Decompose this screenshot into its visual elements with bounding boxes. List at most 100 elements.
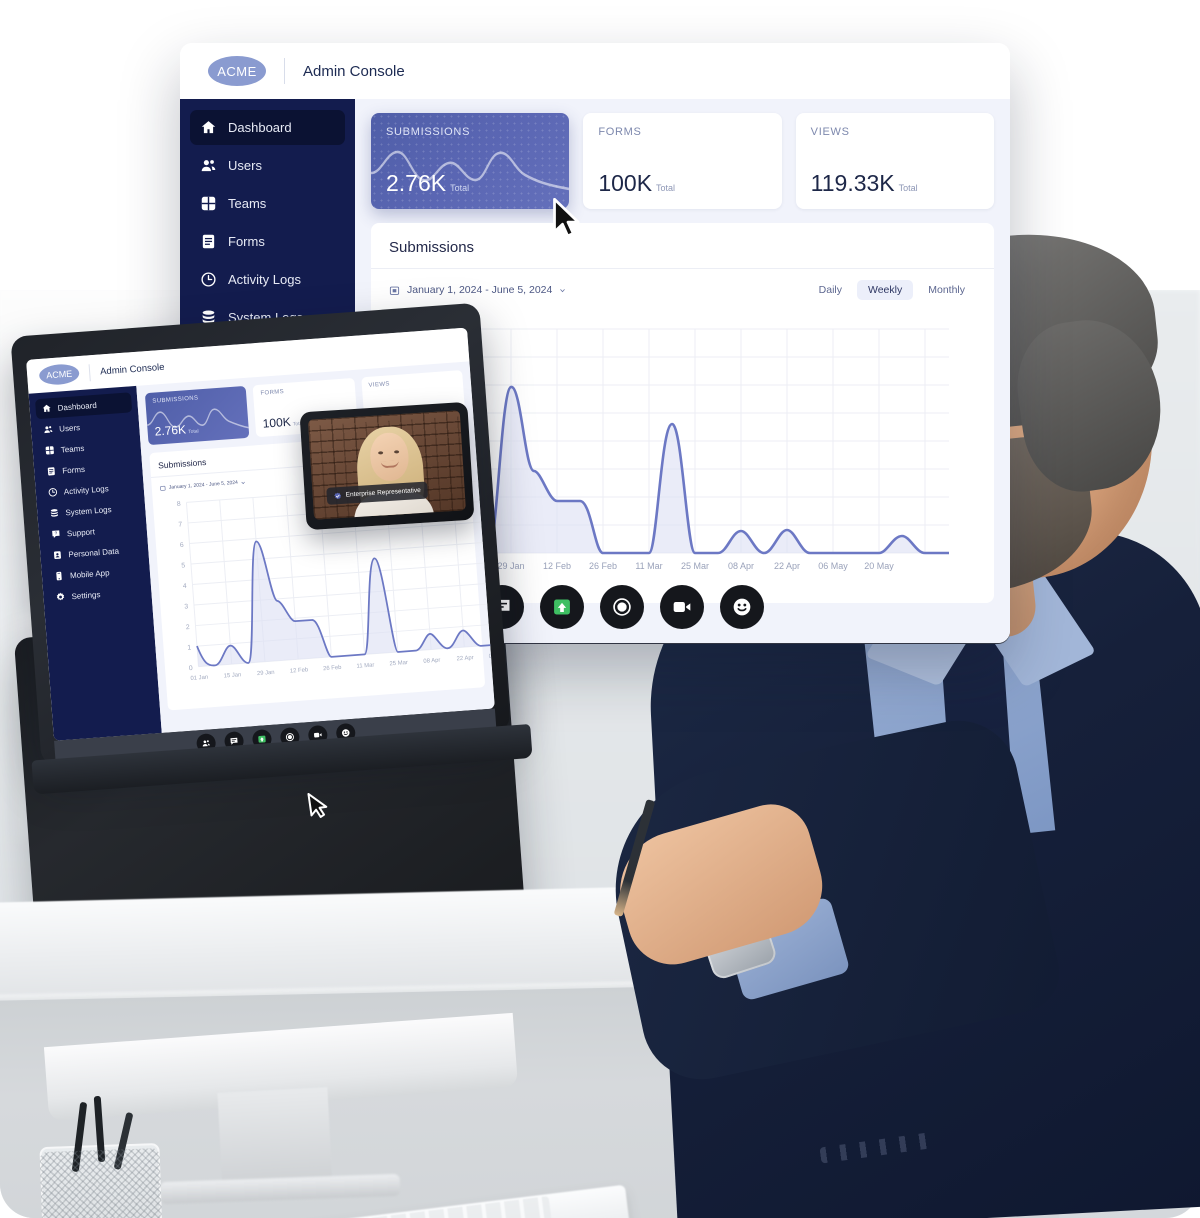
sidebar-item-activity-logs[interactable]: Activity Logs [190,262,345,297]
mouse-pointer-icon [307,792,328,818]
video-camera-button[interactable] [660,585,704,629]
stat-value-text: 100K [598,170,653,196]
users-icon [44,426,53,434]
home-icon [42,404,51,413]
date-range-label: January 1, 2024 - June 5, 2024 [407,284,553,296]
emoji-icon [341,728,349,737]
emoji-button[interactable] [720,585,764,629]
laptop-screen: ACME Admin Console Dashboard Users Teams [26,327,495,741]
stat-card-label: FORMS [260,389,285,397]
stat-card-submissions[interactable]: SUBMISSIONS 2.76KTotal [371,113,570,209]
stat-card-submissions[interactable]: SUBMISSIONS 2.76KTotal [144,385,250,446]
video-camera-icon [673,602,691,612]
emoji-icon [733,598,751,616]
chevron-down-icon [560,288,566,292]
acme-logo[interactable]: ACME [38,363,80,386]
stat-card-sub: Total [898,183,918,193]
video-camera-icon [313,732,322,738]
sidebar-item-label: Settings [71,589,101,601]
grid-icon [45,446,54,455]
svg-text:08 Apr: 08 Apr [728,561,754,571]
gear-icon [56,592,65,601]
document-icon [47,467,55,476]
svg-text:29 Jan: 29 Jan [257,670,275,677]
svg-text:22 Apr: 22 Apr [456,655,473,662]
svg-text:01 Jan: 01 Jan [190,675,208,682]
stat-card-label: VIEWS [810,126,850,138]
sidebar-item-users[interactable]: Users [190,148,345,183]
chart-line [196,540,495,667]
date-range-picker[interactable]: January 1, 2024 - June 5, 2024 [160,479,246,491]
svg-text:11 Mar: 11 Mar [356,662,374,669]
stat-card-value: 100KTotal [262,414,304,431]
svg-text:15 Jan: 15 Jan [224,672,242,679]
chart-area-fill [196,541,495,667]
sidebar-item-label: Activity Logs [228,272,301,287]
app-header: ACME Admin Console [180,43,1010,99]
participant-name-label: Enterprise Representative [345,486,421,499]
sidebar-item-label: Teams [228,196,267,211]
sidebar-item-label: Forms [61,464,86,476]
share-screen-icon [554,599,570,615]
record-icon [285,732,294,741]
chart-x-tick-labels: 29 Jan 12 Feb 26 Feb 11 Mar 25 Mar 08 Ap… [497,561,894,571]
sidebar-item-dashboard[interactable]: Dashboard [190,110,345,145]
clock-icon [48,488,58,497]
sidebar-item-label: Teams [60,443,85,455]
header-divider [88,363,91,381]
stat-card-forms[interactable]: FORMS 100KTotal [583,113,782,209]
sidebar-item-forms[interactable]: Forms [190,224,345,259]
stat-value-text: 2.76K [154,422,187,439]
granularity-weekly[interactable]: Weekly [857,280,914,300]
sidebar-item-label: Forms [228,234,265,249]
share-screen-button[interactable] [540,585,584,629]
svg-text:8: 8 [177,501,182,508]
calendar-icon [389,286,400,295]
granularity-toggle: Daily Weekly Monthly [808,280,976,300]
page-title: Admin Console [99,361,165,377]
svg-text:26 Feb: 26 Feb [323,665,342,672]
share-screen-icon [257,735,266,743]
stat-card-sub: Total [450,183,470,193]
page-title: Admin Console [303,62,405,80]
pen-cup-mesh [39,1147,165,1218]
sidebar-item-label: Support [66,526,96,538]
svg-text:5: 5 [181,562,186,569]
users-icon [201,160,216,172]
svg-text:11 Mar: 11 Mar [635,561,662,571]
mouse-pointer-icon [553,198,580,238]
acme-logo[interactable]: ACME [208,56,266,86]
svg-text:12 Feb: 12 Feb [290,667,309,674]
sidebar-item-teams[interactable]: Teams [190,186,345,221]
document-icon [202,234,215,249]
svg-text:7: 7 [178,521,183,528]
sidebar-item-label: Mobile App [69,567,110,580]
svg-text:0: 0 [189,665,194,672]
stat-card-label: VIEWS [368,381,391,389]
svg-text:22 Apr: 22 Apr [774,561,800,571]
personal-data-icon [53,551,61,560]
sidebar-item-label: Activity Logs [63,483,109,496]
granularity-daily[interactable]: Daily [808,280,853,300]
stat-card-views[interactable]: VIEWS 119.33KTotal [795,113,994,209]
svg-text:12 Feb: 12 Feb [543,561,571,571]
svg-text:4: 4 [183,583,188,590]
svg-text:2: 2 [186,624,191,631]
svg-text:3: 3 [184,603,189,610]
chevron-down-icon [241,481,245,484]
record-button[interactable] [600,585,644,629]
granularity-monthly[interactable]: Monthly [917,280,976,300]
svg-text:08 Apr: 08 Apr [423,658,440,665]
sidebar-item-label: System Logs [65,504,112,517]
verified-badge-icon [334,492,341,499]
clock-icon [201,272,216,287]
svg-text:25 Mar: 25 Mar [681,561,709,571]
stat-cards: SUBMISSIONS 2.76K Total FORMS 100K Total V… [371,113,994,209]
sidebar-item-label: Users [228,158,262,173]
chart-controls: January 1, 2024 - June 5, 2024 Daily Wee… [389,280,976,300]
video-call-feed[interactable]: Enterprise Representative [307,410,466,520]
chat-icon [229,737,238,745]
date-range-picker[interactable]: January 1, 2024 - June 5, 2024 [389,284,566,296]
laptop-device: ACME Admin Console Dashboard Users Teams [10,300,545,835]
stat-card-label: FORMS [598,126,642,138]
